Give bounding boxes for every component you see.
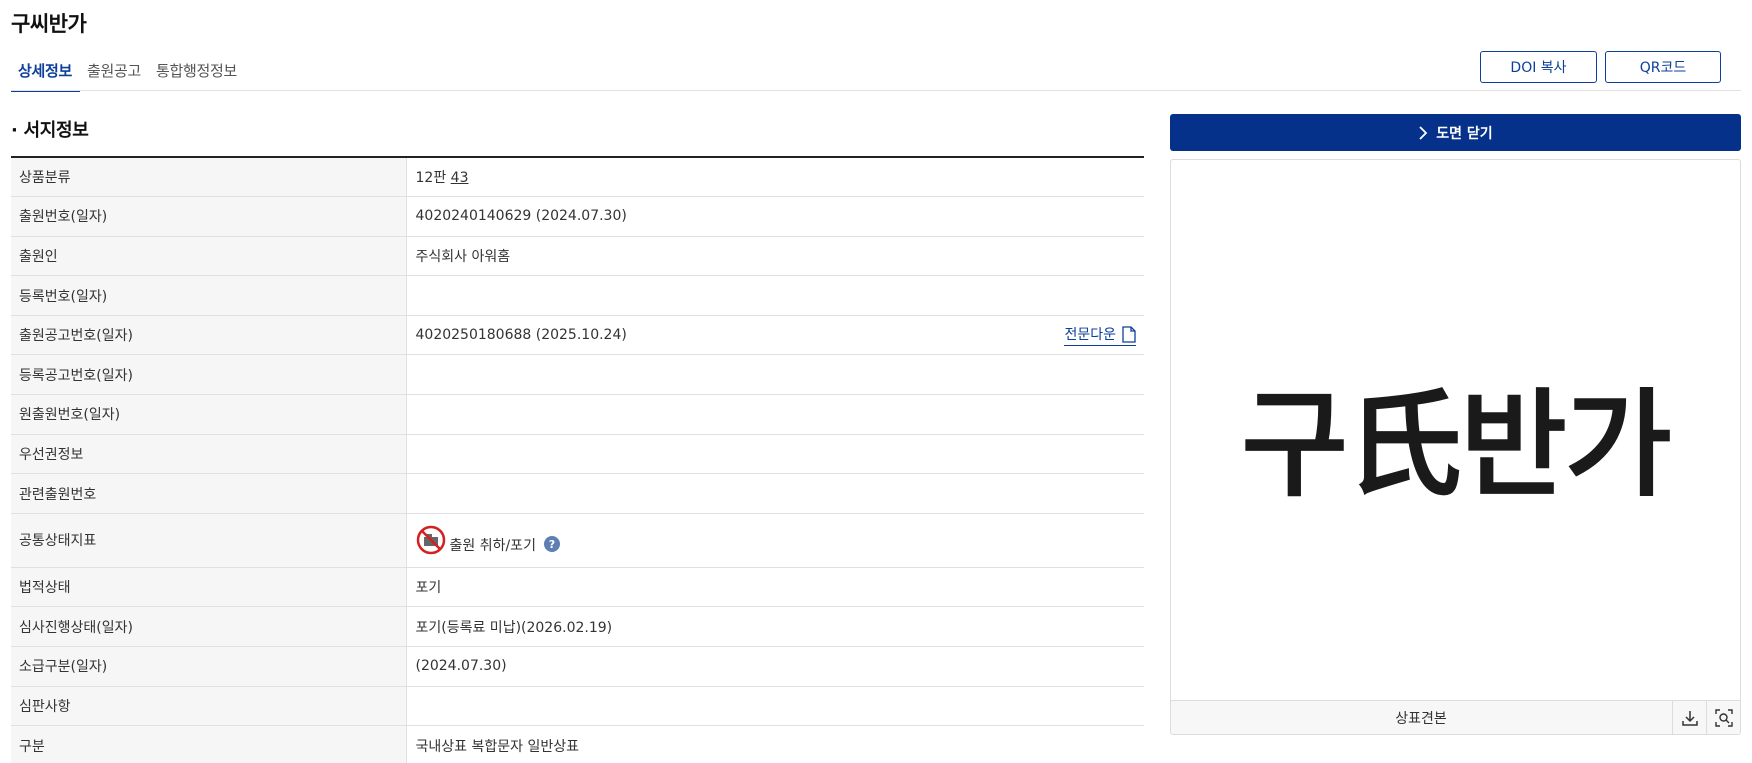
trademark-preview-panel: 구氏반가 상표견본 — [1170, 159, 1741, 735]
row-label: 출원번호(일자) — [11, 196, 407, 237]
help-icon[interactable]: ? — [543, 536, 560, 553]
preview-caption: 상표견본 — [1395, 710, 1447, 727]
row-label: 상품분류 — [11, 157, 407, 198]
row-value: 포기(등록료 미납)(2026.02.19) — [406, 606, 1144, 648]
row-value: 4020240140629 (2024.07.30) — [406, 196, 1144, 237]
zoom-button[interactable] — [1706, 701, 1740, 734]
row-label: 원출원번호(일자) — [11, 394, 407, 435]
row-value: 12판 43 — [406, 157, 1144, 198]
row-label: 심사진행상태(일자) — [11, 606, 407, 648]
class-link[interactable]: 43 — [451, 170, 469, 186]
tab-bar: 상세정보 출원공고 통합행정정보 — [11, 48, 245, 92]
download-button[interactable] — [1672, 701, 1706, 734]
row-value: 주식회사 아워홈 — [406, 236, 1144, 277]
table-row: 출원공고번호(일자) 4020250180688 (2025.10.24) 전문… — [11, 315, 1144, 356]
row-value — [406, 354, 1144, 396]
row-label: 출원인 — [11, 236, 407, 277]
zoom-icon — [1714, 708, 1733, 727]
row-label: 소급구분(일자) — [11, 646, 407, 687]
row-value — [406, 275, 1144, 316]
qr-code-button[interactable]: QR코드 — [1605, 51, 1721, 83]
page-title: 구씨반가 — [11, 12, 87, 36]
table-row: 소급구분(일자) (2024.07.30) — [11, 646, 1144, 687]
tab-divider — [11, 90, 1741, 91]
section-title: · 서지정보 — [11, 120, 89, 141]
trademark-image: 구氏반가 — [1171, 160, 1740, 702]
tab-application-publication[interactable]: 출원공고 — [80, 48, 149, 92]
table-row: 출원번호(일자) 4020240140629 (2024.07.30) — [11, 196, 1144, 237]
status-text: 출원 취하/포기 — [449, 538, 536, 555]
table-row: 공통상태지표 출원 취하/포기 ? — [11, 513, 1145, 568]
row-value: 국내상표 복합문자 일반상표 — [406, 725, 1144, 763]
close-drawing-label: 도면 닫기 — [1436, 125, 1493, 142]
doi-copy-button[interactable]: DOI 복사 — [1480, 51, 1597, 83]
table-row: 관련출원번호 — [11, 473, 1144, 514]
row-label: 출원공고번호(일자) — [11, 315, 407, 356]
prohibit-status-icon — [416, 526, 445, 555]
class-edition: 12판 — [415, 170, 451, 187]
chevron-right-icon — [1419, 125, 1428, 140]
row-label: 구분 — [11, 725, 407, 763]
row-value: 포기 — [406, 567, 1144, 608]
table-row: 심판사항 — [11, 686, 1144, 727]
table-row: 구분 국내상표 복합문자 일반상표 — [11, 725, 1144, 763]
table-row: 출원인 주식회사 아워홈 — [11, 236, 1144, 277]
table-row: 우선권정보 — [11, 434, 1144, 475]
row-label: 등록공고번호(일자) — [11, 354, 407, 396]
table-row: 원출원번호(일자) — [11, 394, 1144, 435]
preview-toolbar: 상표견본 — [1171, 700, 1740, 734]
table-row: 등록번호(일자) — [11, 275, 1144, 316]
table-row: 등록공고번호(일자) — [11, 354, 1144, 396]
row-value: (2024.07.30) — [406, 646, 1144, 687]
row-label: 관련출원번호 — [11, 473, 407, 514]
table-row: 상품분류 12판 43 — [11, 157, 1144, 198]
publication-number: 4020250180688 (2025.10.24) — [415, 327, 627, 344]
row-value — [406, 434, 1144, 475]
table-row: 심사진행상태(일자) 포기(등록료 미납)(2026.02.19) — [11, 606, 1144, 648]
close-drawing-button[interactable]: 도면 닫기 — [1170, 114, 1741, 151]
row-value — [406, 686, 1144, 727]
full-text-download-label: 전문다운 — [1064, 327, 1116, 344]
row-label: 법적상태 — [11, 567, 407, 608]
status-indicator: 출원 취하/포기 ? — [416, 525, 1145, 555]
tab-integrated-admin-info[interactable]: 통합행정정보 — [149, 48, 245, 92]
row-label: 공통상태지표 — [11, 513, 407, 568]
row-value: 출원 취하/포기 ? — [406, 513, 1145, 568]
bibliographic-table: 상품분류 12판 43 출원번호(일자) 4020240140629 (2024… — [11, 156, 1144, 763]
full-text-download-link[interactable]: 전문다운 — [1064, 324, 1136, 347]
row-label: 심판사항 — [11, 686, 407, 727]
document-icon — [1122, 326, 1136, 343]
row-label: 등록번호(일자) — [11, 275, 407, 316]
download-icon — [1681, 710, 1698, 726]
row-value — [406, 473, 1144, 514]
row-value — [406, 394, 1144, 435]
row-value: 4020250180688 (2025.10.24) 전문다운 — [406, 315, 1144, 356]
row-label: 우선권정보 — [11, 434, 407, 475]
table-row: 법적상태 포기 — [11, 567, 1144, 608]
tab-detail-info[interactable]: 상세정보 — [11, 48, 81, 92]
trademark-mark-text: 구氏반가 — [1241, 378, 1671, 513]
